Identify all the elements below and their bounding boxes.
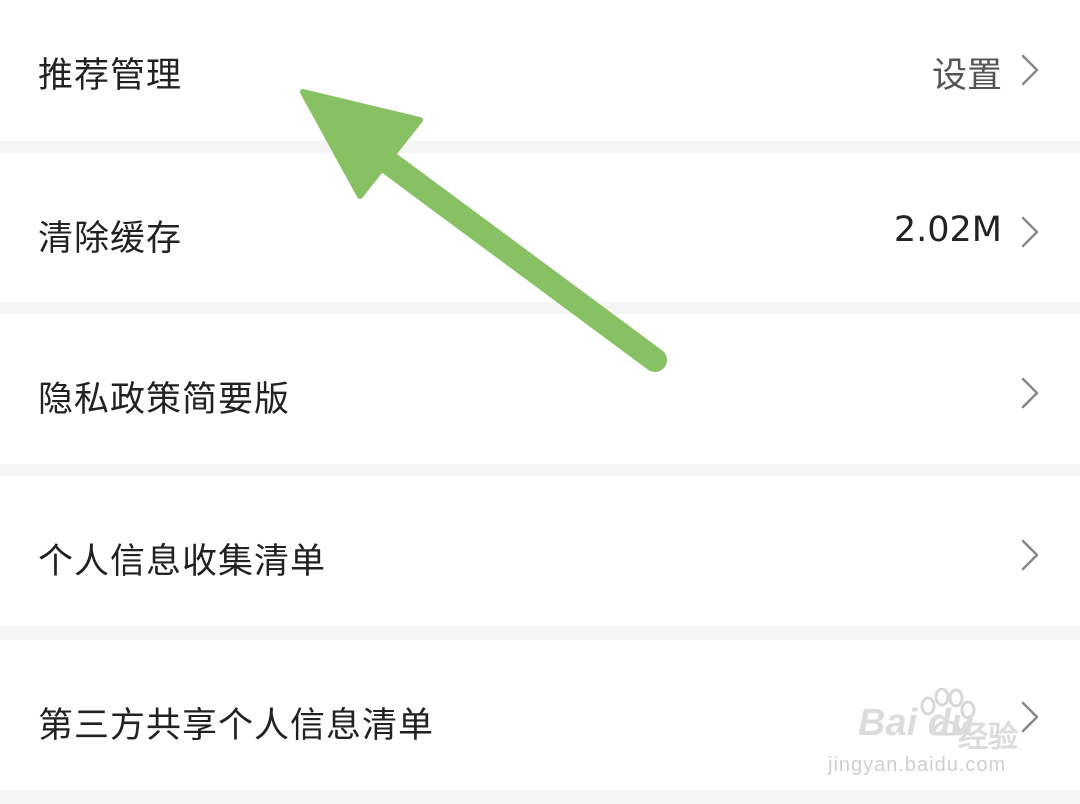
- settings-row-recommendation-management[interactable]: 推荐管理 设置: [0, 0, 1080, 141]
- settings-row-personal-info-collection-list[interactable]: 个人信息收集清单: [0, 476, 1080, 626]
- chevron-right-icon: [1020, 376, 1040, 410]
- chevron-right-icon: [1020, 538, 1040, 572]
- watermark-url: jingyan.baidu.com: [828, 754, 1007, 776]
- settings-row-clear-cache[interactable]: 清除缓存 2.02M: [0, 153, 1080, 302]
- watermark-brand: Bai du: [858, 702, 975, 744]
- chevron-right-icon: [1020, 53, 1040, 87]
- row-label: 推荐管理: [38, 56, 183, 96]
- watermark-sub: 经验: [958, 720, 1018, 755]
- row-label: 清除缓存: [38, 219, 183, 259]
- row-value: 设置: [931, 56, 1002, 96]
- row-label: 个人信息收集清单: [38, 542, 327, 582]
- row-label: 隐私政策简要版: [38, 380, 291, 420]
- row-label: 第三方共享个人信息清单: [38, 706, 435, 746]
- chevron-right-icon: [1020, 215, 1040, 249]
- settings-row-privacy-policy-summary[interactable]: 隐私政策简要版: [0, 314, 1080, 464]
- cache-size-value: 2.02M: [893, 210, 1002, 250]
- baidu-jingyan-watermark: Bai du 经验 jingyan.baidu.com: [828, 688, 1028, 783]
